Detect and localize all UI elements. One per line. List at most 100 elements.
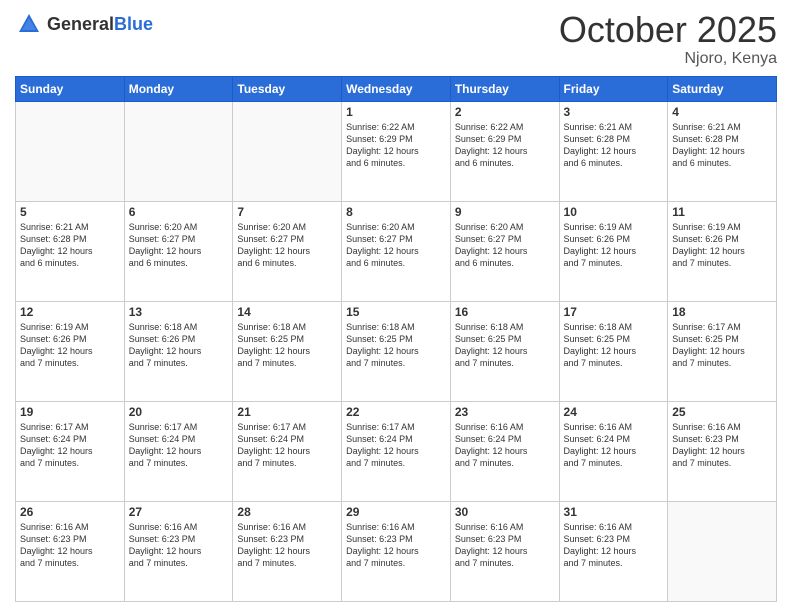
calendar-cell: 6 Sunrise: 6:20 AM Sunset: 6:27 PM Daylig… <box>124 201 233 301</box>
weekday-header: Tuesday <box>233 76 342 101</box>
day-number: 28 <box>237 505 337 519</box>
cell-info: Sunrise: 6:18 AM Sunset: 6:25 PM Dayligh… <box>455 321 555 370</box>
cell-info: Sunrise: 6:21 AM Sunset: 6:28 PM Dayligh… <box>564 121 664 170</box>
cell-info: Sunrise: 6:20 AM Sunset: 6:27 PM Dayligh… <box>237 221 337 270</box>
calendar-cell: 7 Sunrise: 6:20 AM Sunset: 6:27 PM Daylig… <box>233 201 342 301</box>
day-number: 23 <box>455 405 555 419</box>
cell-info: Sunrise: 6:16 AM Sunset: 6:24 PM Dayligh… <box>564 421 664 470</box>
cell-info: Sunrise: 6:17 AM Sunset: 6:25 PM Dayligh… <box>672 321 772 370</box>
cell-info: Sunrise: 6:20 AM Sunset: 6:27 PM Dayligh… <box>129 221 229 270</box>
day-number: 18 <box>672 305 772 319</box>
logo-icon <box>15 10 43 38</box>
cell-info: Sunrise: 6:22 AM Sunset: 6:29 PM Dayligh… <box>346 121 446 170</box>
logo-blue: Blue <box>114 14 153 34</box>
calendar-cell: 8 Sunrise: 6:20 AM Sunset: 6:27 PM Daylig… <box>342 201 451 301</box>
calendar-cell: 27Sunrise: 6:16 AM Sunset: 6:23 PM Dayli… <box>124 501 233 601</box>
day-number: 21 <box>237 405 337 419</box>
calendar-cell <box>668 501 777 601</box>
calendar-cell: 30 Sunrise: 6:16 AM Sunset: 6:23 PM Dayli… <box>450 501 559 601</box>
day-number: 26 <box>20 505 120 519</box>
day-number: 12 <box>20 305 120 319</box>
calendar-cell: 10 Sunrise: 6:19 AM Sunset: 6:26 PM Dayli… <box>559 201 668 301</box>
calendar-week-row: 1 Sunrise: 6:22 AM Sunset: 6:29 PM Daylig… <box>16 101 777 201</box>
cell-info: Sunrise: 6:16 AM Sunset: 6:23 PM Dayligh… <box>237 521 337 570</box>
cell-info: Sunrise: 6:16 AM Sunset: 6:23 PM Dayligh… <box>564 521 664 570</box>
cell-info: Sunrise: 6:20 AM Sunset: 6:27 PM Dayligh… <box>346 221 446 270</box>
calendar-cell <box>124 101 233 201</box>
day-number: 11 <box>672 205 772 219</box>
title-area: October 2025 Njoro, Kenya <box>559 10 777 68</box>
weekday-header: Wednesday <box>342 76 451 101</box>
month-title: October 2025 <box>559 10 777 50</box>
day-number: 9 <box>455 205 555 219</box>
calendar-cell: 19Sunrise: 6:17 AM Sunset: 6:24 PM Dayli… <box>16 401 125 501</box>
day-number: 8 <box>346 205 446 219</box>
day-number: 1 <box>346 105 446 119</box>
calendar-cell: 20 Sunrise: 6:17 AM Sunset: 6:24 PM Dayli… <box>124 401 233 501</box>
calendar-cell: 13Sunrise: 6:18 AM Sunset: 6:26 PM Dayli… <box>124 301 233 401</box>
calendar-cell: 26 Sunrise: 6:16 AM Sunset: 6:23 PM Dayli… <box>16 501 125 601</box>
day-number: 31 <box>564 505 664 519</box>
calendar-cell: 24 Sunrise: 6:16 AM Sunset: 6:24 PM Dayli… <box>559 401 668 501</box>
day-number: 3 <box>564 105 664 119</box>
day-number: 17 <box>564 305 664 319</box>
calendar-cell: 14Sunrise: 6:18 AM Sunset: 6:25 PM Dayli… <box>233 301 342 401</box>
cell-info: Sunrise: 6:17 AM Sunset: 6:24 PM Dayligh… <box>129 421 229 470</box>
weekday-header: Monday <box>124 76 233 101</box>
day-number: 7 <box>237 205 337 219</box>
day-number: 24 <box>564 405 664 419</box>
calendar-cell: 9 Sunrise: 6:20 AM Sunset: 6:27 PM Daylig… <box>450 201 559 301</box>
weekday-header: Friday <box>559 76 668 101</box>
cell-info: Sunrise: 6:19 AM Sunset: 6:26 PM Dayligh… <box>672 221 772 270</box>
cell-info: Sunrise: 6:16 AM Sunset: 6:23 PM Dayligh… <box>129 521 229 570</box>
logo-general: General <box>47 14 114 34</box>
calendar-table: SundayMondayTuesdayWednesdayThursdayFrid… <box>15 76 777 602</box>
calendar-cell: 31 Sunrise: 6:16 AM Sunset: 6:23 PM Dayli… <box>559 501 668 601</box>
day-number: 5 <box>20 205 120 219</box>
calendar-cell: 21Sunrise: 6:17 AM Sunset: 6:24 PM Dayli… <box>233 401 342 501</box>
weekday-header: Sunday <box>16 76 125 101</box>
calendar-cell: 17Sunrise: 6:18 AM Sunset: 6:25 PM Dayli… <box>559 301 668 401</box>
cell-info: Sunrise: 6:16 AM Sunset: 6:23 PM Dayligh… <box>672 421 772 470</box>
cell-info: Sunrise: 6:16 AM Sunset: 6:23 PM Dayligh… <box>346 521 446 570</box>
calendar-cell: 23 Sunrise: 6:16 AM Sunset: 6:24 PM Dayli… <box>450 401 559 501</box>
day-number: 30 <box>455 505 555 519</box>
cell-info: Sunrise: 6:18 AM Sunset: 6:25 PM Dayligh… <box>237 321 337 370</box>
cell-info: Sunrise: 6:20 AM Sunset: 6:27 PM Dayligh… <box>455 221 555 270</box>
day-number: 22 <box>346 405 446 419</box>
calendar-week-row: 26 Sunrise: 6:16 AM Sunset: 6:23 PM Dayli… <box>16 501 777 601</box>
location: Njoro, Kenya <box>559 50 777 68</box>
day-number: 4 <box>672 105 772 119</box>
calendar-week-row: 5 Sunrise: 6:21 AM Sunset: 6:28 PM Daylig… <box>16 201 777 301</box>
cell-info: Sunrise: 6:16 AM Sunset: 6:23 PM Dayligh… <box>20 521 120 570</box>
cell-info: Sunrise: 6:18 AM Sunset: 6:26 PM Dayligh… <box>129 321 229 370</box>
calendar-cell: 1 Sunrise: 6:22 AM Sunset: 6:29 PM Daylig… <box>342 101 451 201</box>
cell-info: Sunrise: 6:16 AM Sunset: 6:23 PM Dayligh… <box>455 521 555 570</box>
day-number: 16 <box>455 305 555 319</box>
cell-info: Sunrise: 6:16 AM Sunset: 6:24 PM Dayligh… <box>455 421 555 470</box>
calendar-cell: 11 Sunrise: 6:19 AM Sunset: 6:26 PM Dayli… <box>668 201 777 301</box>
calendar-cell: 22Sunrise: 6:17 AM Sunset: 6:24 PM Dayli… <box>342 401 451 501</box>
cell-info: Sunrise: 6:18 AM Sunset: 6:25 PM Dayligh… <box>346 321 446 370</box>
day-number: 25 <box>672 405 772 419</box>
day-number: 10 <box>564 205 664 219</box>
calendar-cell: 5 Sunrise: 6:21 AM Sunset: 6:28 PM Daylig… <box>16 201 125 301</box>
calendar-cell: 2 Sunrise: 6:22 AM Sunset: 6:29 PM Daylig… <box>450 101 559 201</box>
cell-info: Sunrise: 6:19 AM Sunset: 6:26 PM Dayligh… <box>20 321 120 370</box>
calendar-week-row: 12 Sunrise: 6:19 AM Sunset: 6:26 PM Dayli… <box>16 301 777 401</box>
calendar-cell <box>233 101 342 201</box>
day-number: 20 <box>129 405 229 419</box>
calendar-cell: 3 Sunrise: 6:21 AM Sunset: 6:28 PM Daylig… <box>559 101 668 201</box>
header: GeneralBlue October 2025 Njoro, Kenya <box>15 10 777 68</box>
cell-info: Sunrise: 6:22 AM Sunset: 6:29 PM Dayligh… <box>455 121 555 170</box>
cell-info: Sunrise: 6:19 AM Sunset: 6:26 PM Dayligh… <box>564 221 664 270</box>
day-number: 2 <box>455 105 555 119</box>
calendar-cell: 15Sunrise: 6:18 AM Sunset: 6:25 PM Dayli… <box>342 301 451 401</box>
calendar-header-row: SundayMondayTuesdayWednesdayThursdayFrid… <box>16 76 777 101</box>
calendar-cell: 18 Sunrise: 6:17 AM Sunset: 6:25 PM Dayli… <box>668 301 777 401</box>
day-number: 6 <box>129 205 229 219</box>
weekday-header: Saturday <box>668 76 777 101</box>
cell-info: Sunrise: 6:21 AM Sunset: 6:28 PM Dayligh… <box>20 221 120 270</box>
calendar-week-row: 19Sunrise: 6:17 AM Sunset: 6:24 PM Dayli… <box>16 401 777 501</box>
cell-info: Sunrise: 6:21 AM Sunset: 6:28 PM Dayligh… <box>672 121 772 170</box>
